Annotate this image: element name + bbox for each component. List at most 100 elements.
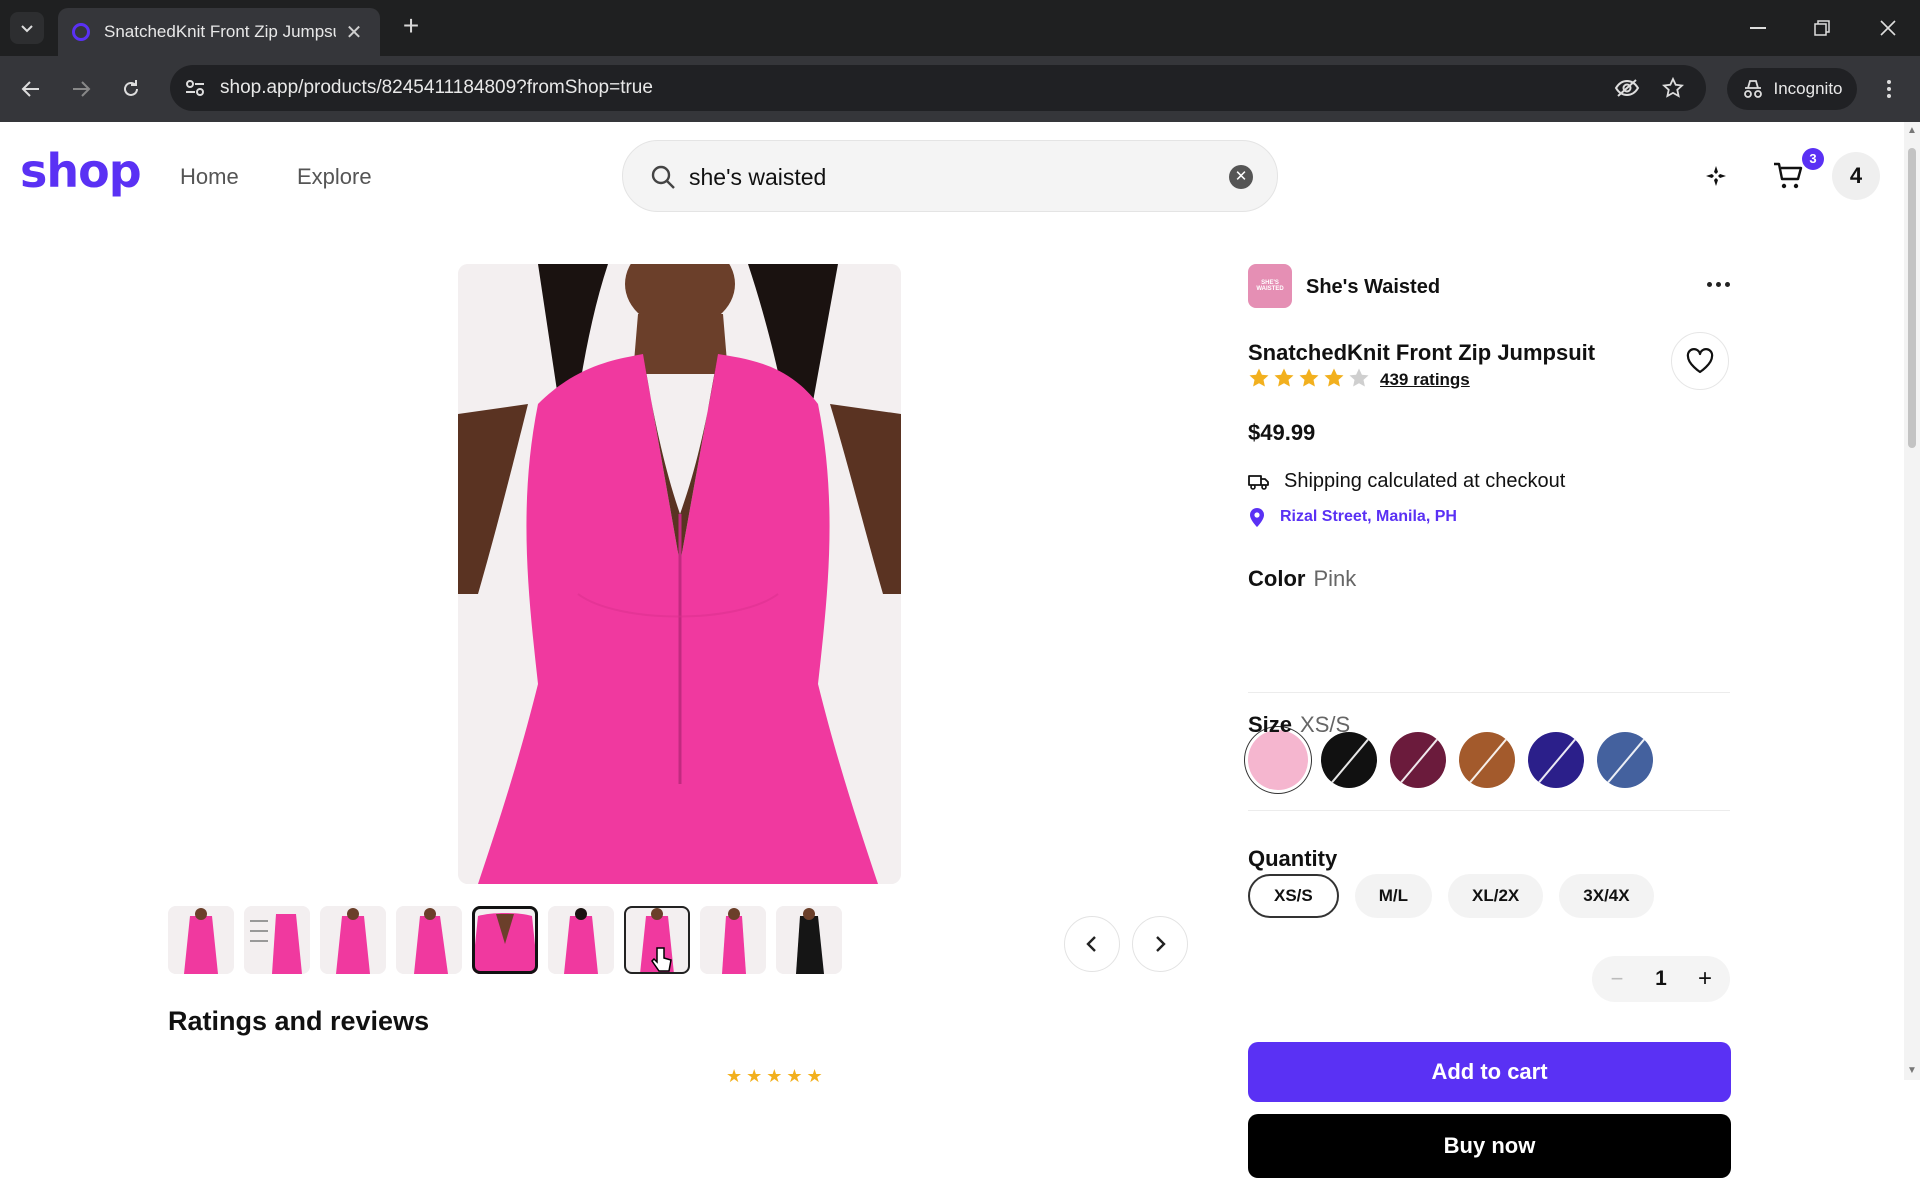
sparkle-button[interactable] — [1696, 156, 1736, 196]
unavailable-slash — [1395, 733, 1443, 788]
minimize-button[interactable] — [1736, 10, 1780, 46]
tab-search-button[interactable] — [10, 12, 44, 44]
unavailable-slash — [1464, 733, 1512, 788]
truck-icon — [1248, 474, 1269, 490]
arrow-right-icon — [73, 81, 91, 97]
quantity-stepper[interactable]: − 1 + — [1592, 956, 1730, 1002]
size-option-xs-s[interactable]: XS/S — [1248, 874, 1339, 918]
cart-count-badge: 3 — [1802, 148, 1824, 170]
new-tab-button[interactable]: + — [396, 12, 426, 42]
review-stars-preview: ★★★★★ — [726, 1066, 827, 1086]
thumbnail-5[interactable] — [472, 906, 538, 974]
color-value: Pink — [1313, 566, 1357, 591]
thumbnail-1[interactable] — [168, 906, 234, 974]
incognito-indicator[interactable]: Incognito — [1727, 68, 1857, 110]
shop-page: shop Home Explore ✕ 3 4 — [0, 122, 1904, 1178]
search-bar[interactable]: ✕ — [622, 140, 1278, 212]
nav-explore[interactable]: Explore — [297, 164, 372, 190]
quantity-value: 1 — [1655, 967, 1667, 990]
gallery-next-button[interactable] — [1132, 916, 1188, 972]
back-button[interactable] — [14, 72, 48, 106]
bookmark-star-icon[interactable] — [1660, 75, 1686, 101]
shop-name[interactable]: She's Waisted — [1306, 276, 1440, 299]
size-options: XS/S M/L XL/2X 3X/4X — [1248, 874, 1654, 918]
favorite-button[interactable] — [1671, 332, 1729, 390]
dot-icon — [1715, 281, 1721, 287]
quantity-label: Quantity — [1248, 846, 1338, 871]
tab-title: SnatchedKnit Front Zip Jumpsuit — [104, 22, 336, 41]
size-option-xl-2x[interactable]: XL/2X — [1448, 874, 1544, 918]
ratings-link[interactable]: 439 ratings — [1380, 370, 1470, 390]
cart-icon — [1774, 162, 1803, 189]
chevron-down-icon — [21, 25, 33, 33]
ratings-reviews-heading: Ratings and reviews — [168, 1006, 430, 1036]
clear-search-icon[interactable]: ✕ — [1229, 165, 1253, 189]
close-window-button[interactable] — [1866, 10, 1910, 46]
location-text: Rizal Street, Manila, PH — [1280, 508, 1457, 525]
dot-icon — [1706, 281, 1712, 287]
shipping-text: Shipping calculated at checkout — [1284, 470, 1566, 492]
minimize-icon — [1750, 27, 1766, 29]
decrease-quantity-button[interactable]: − — [1606, 966, 1628, 992]
delivery-location[interactable]: Rizal Street, Manila, PH — [1248, 506, 1457, 528]
site-settings-icon[interactable] — [184, 77, 206, 99]
thumbnail-8[interactable] — [700, 906, 766, 974]
thumbnail-strip — [168, 906, 848, 974]
star-icon — [1324, 368, 1344, 387]
page-scrollbar[interactable]: ▲ ▼ — [1904, 122, 1920, 1080]
color-swatch-navy[interactable] — [1528, 732, 1584, 788]
location-pin-icon — [1250, 508, 1264, 527]
browser-toolbar: shop.app/products/8245411184809?fromShop… — [0, 56, 1920, 122]
incognito-icon — [1743, 80, 1762, 98]
scrollbar-thumb[interactable] — [1908, 148, 1916, 448]
dot-icon — [1724, 281, 1730, 287]
color-swatch-pink[interactable] — [1248, 730, 1308, 790]
browser-menu-button[interactable] — [1876, 76, 1902, 102]
restore-button[interactable] — [1800, 10, 1844, 46]
shop-logo[interactable]: shop — [20, 144, 142, 198]
scroll-down-icon[interactable]: ▼ — [1907, 1066, 1917, 1076]
size-option-3x-4x[interactable]: 3X/4X — [1559, 874, 1654, 918]
increase-quantity-button[interactable]: + — [1694, 965, 1716, 993]
product-main-image[interactable] — [458, 264, 901, 884]
close-icon — [1880, 20, 1896, 36]
thumbnail-2[interactable] — [244, 906, 310, 974]
color-swatch-blue[interactable] — [1597, 732, 1653, 788]
color-swatch-black[interactable] — [1321, 732, 1377, 788]
tab-close-icon[interactable]: ✕ — [342, 20, 366, 45]
size-label-row: Size XS/S — [1248, 712, 1350, 738]
sparkle-icon — [1706, 166, 1726, 186]
more-vertical-icon — [1887, 80, 1891, 98]
chevron-left-icon — [1086, 936, 1096, 952]
chevron-right-icon — [1156, 936, 1166, 952]
thumbnail-9[interactable] — [776, 906, 842, 974]
reload-button[interactable] — [114, 72, 148, 106]
shop-favicon-icon — [72, 23, 90, 41]
account-avatar[interactable]: 4 — [1832, 152, 1880, 200]
thumbnail-4[interactable] — [396, 906, 462, 974]
rating-stars — [1248, 367, 1370, 389]
hand-cursor-icon — [651, 947, 672, 972]
thumbnail-3[interactable] — [320, 906, 386, 974]
buy-now-button[interactable]: Buy now — [1248, 1114, 1731, 1178]
more-options-button[interactable] — [1700, 266, 1736, 302]
color-swatch-burgundy[interactable] — [1390, 732, 1446, 788]
color-label-row: Color Pink — [1248, 566, 1356, 592]
url-text: shop.app/products/8245411184809?fromShop… — [220, 77, 653, 98]
scroll-up-icon[interactable]: ▲ — [1907, 126, 1917, 136]
browser-tab[interactable]: SnatchedKnit Front Zip Jumpsuit ✕ — [58, 8, 380, 56]
star-icon — [1249, 368, 1269, 387]
shop-avatar[interactable]: SHE'S WAISTED — [1248, 264, 1292, 308]
search-input[interactable] — [689, 161, 1209, 193]
eye-off-icon[interactable] — [1614, 75, 1640, 101]
restore-icon — [1814, 20, 1830, 36]
add-to-cart-button[interactable]: Add to cart — [1248, 1042, 1731, 1102]
gallery-prev-button[interactable] — [1064, 916, 1120, 972]
divider — [1248, 692, 1730, 693]
address-bar[interactable]: shop.app/products/8245411184809?fromShop… — [170, 65, 1706, 111]
nav-home[interactable]: Home — [180, 164, 239, 190]
thumbnail-6[interactable] — [548, 906, 614, 974]
size-option-m-l[interactable]: M/L — [1354, 874, 1433, 918]
color-swatch-brown[interactable] — [1459, 732, 1515, 788]
forward-button[interactable] — [64, 72, 98, 106]
